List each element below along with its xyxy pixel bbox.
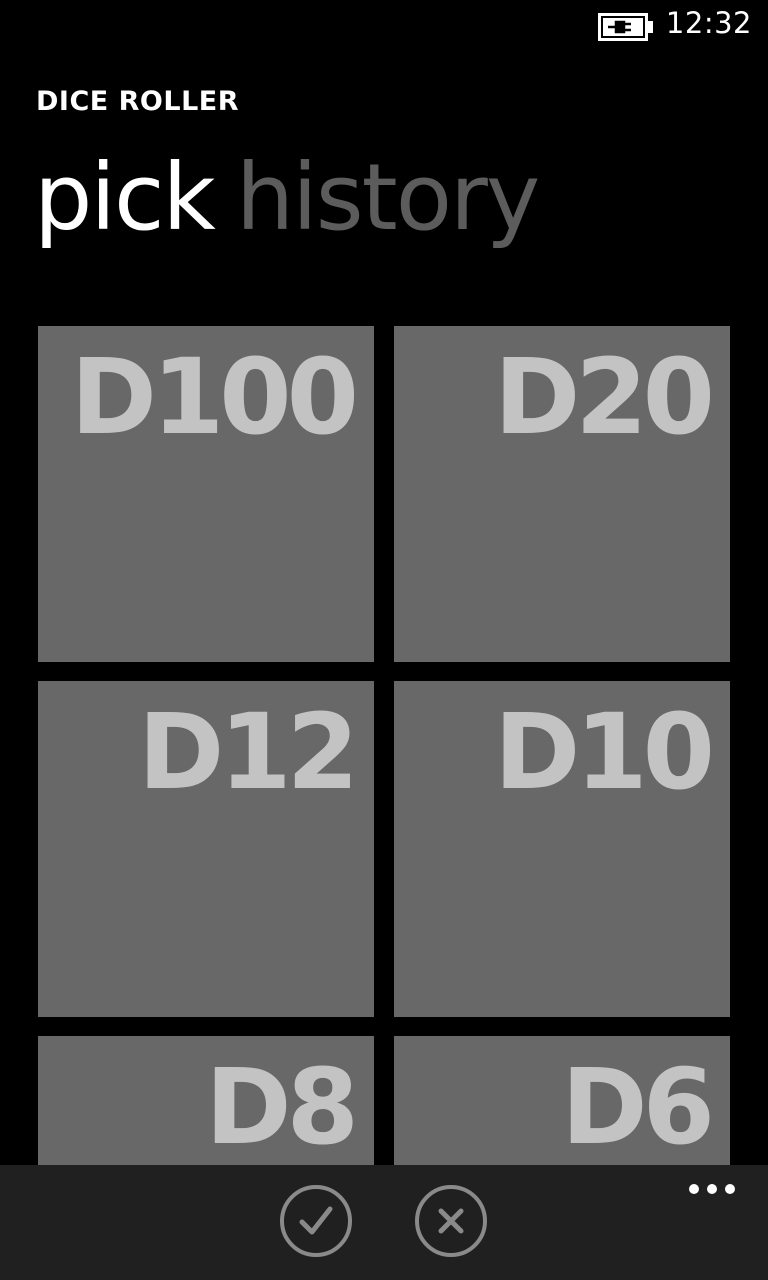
check-icon[interactable]	[280, 1185, 352, 1257]
dice-tile-d100[interactable]: D100	[38, 326, 374, 662]
ellipsis-icon[interactable]	[688, 1179, 738, 1199]
dice-label: D20	[493, 336, 715, 458]
dice-tile-d8[interactable]: D8	[38, 1036, 374, 1165]
dice-label: D100	[70, 336, 359, 458]
tab-history[interactable]: history	[236, 138, 540, 258]
close-icon[interactable]	[415, 1185, 487, 1257]
pivot-header: pick history	[34, 138, 560, 258]
dice-label: D12	[137, 691, 359, 813]
app-bar	[0, 1165, 768, 1280]
clock: 12:32	[665, 6, 752, 40]
dice-tile-d12[interactable]: D12	[38, 681, 374, 1017]
dice-label: D10	[493, 691, 715, 813]
screen: 12:32 DICE ROLLER pick history D100 D20 D…	[0, 0, 768, 1280]
dice-tile-d20[interactable]: D20	[394, 326, 730, 662]
dice-label: D8	[205, 1046, 359, 1168]
battery-charging-icon	[598, 13, 653, 41]
status-bar: 12:32	[0, 0, 768, 48]
dice-label: D6	[561, 1046, 715, 1168]
app-title: DICE ROLLER	[36, 86, 240, 117]
tab-pick[interactable]: pick	[34, 138, 216, 258]
dice-tile-d6[interactable]: D6	[394, 1036, 730, 1165]
dice-tile-d10[interactable]: D10	[394, 681, 730, 1017]
